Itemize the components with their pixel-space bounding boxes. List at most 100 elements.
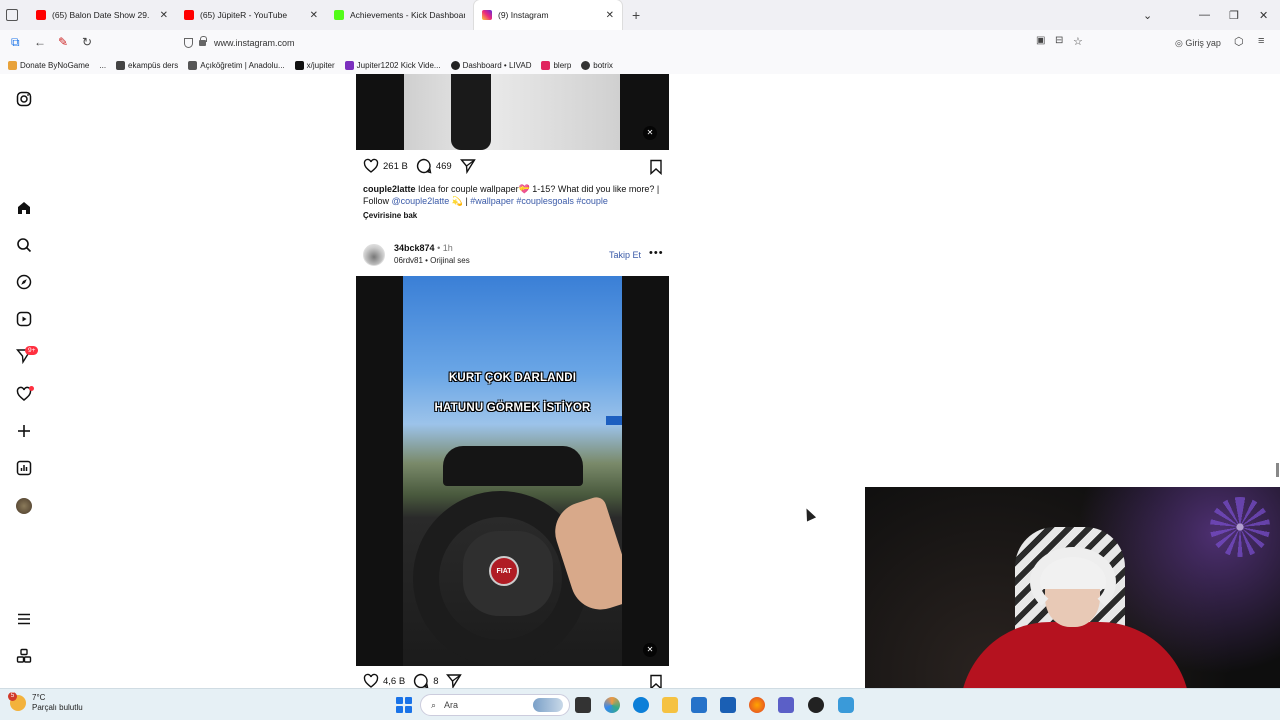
bookmark-acikogretim[interactable]: Açıköğretim | Anadolu... [188,60,285,70]
notification-dot [29,386,34,391]
bookmark-donate-bynogame[interactable]: Donate ByNoGame [8,60,89,70]
post1-caption-tail: 💫 | [451,196,468,206]
menu-icon[interactable] [16,611,32,627]
bookmark-blerp[interactable]: blerp [541,60,571,70]
post2-comments-count[interactable]: 8 [433,676,438,687]
extension-logo-icon[interactable]: ✎ [58,35,68,49]
window-close-icon[interactable]: ✕ [1259,0,1268,30]
share-icon[interactable] [459,158,476,174]
share-icon[interactable] [446,673,463,689]
minimize-icon[interactable]: — [1199,0,1210,30]
see-translation-link[interactable]: Çevirisine bak [363,211,417,220]
dashboard-icon[interactable] [16,460,32,476]
settings-app-icon[interactable] [838,697,854,713]
new-tab-button[interactable]: + [622,7,650,23]
follow-button[interactable]: Takip Et [609,250,641,260]
start-button-icon[interactable] [396,697,412,713]
threads-icon[interactable] [16,648,32,664]
mute-icon[interactable]: ✕ [643,126,657,140]
bookmark-ekampus[interactable]: ekampüs ders [116,60,178,70]
like-heart-icon[interactable] [363,673,379,689]
reload-icon[interactable]: ↻ [82,35,92,49]
post2-avatar[interactable] [363,244,385,266]
copilot-icon[interactable] [604,697,620,713]
weather-widget[interactable]: 5 7°C Parçalı bulutlu [8,692,83,713]
post2-username[interactable]: 34bck874 [394,243,435,253]
scrollbar-thumb[interactable] [1276,463,1279,477]
youtube-favicon-icon [184,10,194,20]
bookmark-botrix[interactable]: botrix [581,60,613,70]
bookmark-more[interactable]: ... [99,61,106,70]
bookmark-kick-video[interactable]: Jupiter1202 Kick Vide... [344,60,441,70]
extensions-icon[interactable]: ⬡ [1234,35,1244,48]
post2-audio-subtitle[interactable]: 06rdv81 • Orijinal ses [394,256,470,265]
post1-username[interactable]: couple2latte [363,184,416,194]
sign-in-label: Giriş yap [1185,38,1221,48]
post2-likes-count[interactable]: 4,6 B [383,676,405,687]
post1-actions: 261 B 469 [363,157,663,175]
fiat-logo: FIAT [489,556,519,586]
app-menu-icon[interactable]: ≡ [1258,35,1264,47]
bookmark-livad[interactable]: Dashboard • LIVAD [450,60,532,70]
taskbar-search[interactable]: ⌕ Ara [420,694,570,716]
outlook-icon[interactable] [720,697,736,713]
more-options-icon[interactable]: ••• [649,247,664,259]
post1-comments-count[interactable]: 469 [436,161,452,172]
list-all-tabs-icon[interactable]: ⌄ [1143,0,1152,30]
obs-icon[interactable] [808,697,824,713]
profile-avatar[interactable] [16,498,32,514]
lock-icon[interactable] [199,36,207,46]
close-icon[interactable]: ✕ [310,10,318,21]
bookmark-label: Dashboard • LIVAD [462,60,532,70]
instagram-feed: ✕ 261 B 469 couple2latte Idea for couple… [356,74,669,690]
post1-likes-count[interactable]: 261 B [383,161,408,172]
url-text[interactable]: www.instagram.com [214,38,295,48]
comment-icon[interactable] [416,158,432,174]
search-icon[interactable] [16,237,32,253]
address-bar[interactable]: www.instagram.com [180,33,1090,53]
back-icon[interactable]: ← [34,35,46,49]
home-icon[interactable] [16,200,32,216]
tab-jupiter-youtube[interactable]: (65) JüpiteR - YouTube ✕ [176,0,326,30]
post1-hashtags[interactable]: #wallpaper #couplesgoals #couple [470,196,608,206]
post1-video-frame [404,74,620,150]
tab-instagram[interactable]: (9) Instagram ✕ [474,0,622,30]
task-view-icon[interactable] [575,697,591,713]
close-icon[interactable]: ✕ [160,10,168,21]
tab-kick-dashboard[interactable]: Achievements - Kick Dashboard [326,0,474,30]
post1-mention[interactable]: @couple2latte [392,196,450,206]
reels-icon[interactable] [16,311,32,327]
bookmark-label: ... [99,60,107,70]
maximize-icon[interactable]: ❐ [1229,0,1239,30]
store-icon[interactable] [691,697,707,713]
instagram-logo-icon[interactable] [16,91,32,107]
tab-list-icon[interactable] [6,9,18,21]
tab-balon-date[interactable]: (65) Balon Date Show 29. Bölüm ✕ [28,0,176,30]
sign-in-button[interactable]: ◎ Giriş yap [1175,38,1221,49]
bookmark-x-jupiter[interactable]: x/jupiter [294,60,335,70]
weather-sun-icon: 5 [8,692,26,711]
save-bookmark-icon[interactable] [649,159,663,175]
save-page-icon[interactable]: ⊟ [1055,35,1063,46]
post2-media[interactable]: FIAT KURT ÇOK DARLANDI HATUNU GÖRMEK İST… [356,276,669,666]
teams-icon[interactable] [778,697,794,713]
x-logo-icon [294,60,304,70]
comment-icon[interactable] [413,673,429,689]
picture-in-picture-icon[interactable]: ▣ [1036,35,1045,46]
sidebar-toggle-icon[interactable]: ⧉ [11,35,20,50]
create-plus-icon[interactable] [16,423,32,439]
post2-username-line: 34bck874 • 1h [394,243,453,253]
bookmark-star-icon[interactable]: ☆ [1073,35,1083,48]
like-heart-icon[interactable] [363,158,379,174]
firefox-icon[interactable] [749,697,765,713]
bookmarks-bar: Donate ByNoGame ... ekampüs ders Açıköğr… [0,56,1280,74]
post1-media[interactable]: ✕ [356,74,669,150]
mute-icon[interactable]: ✕ [643,643,657,657]
video-overlay-line2: HATUNU GÖRMEK İSTİYOR [434,402,591,414]
tracking-shield-icon[interactable] [184,38,193,48]
edge-icon[interactable] [633,697,649,713]
close-icon[interactable]: ✕ [606,10,614,21]
weather-condition: Parçalı bulutlu [32,703,83,712]
file-explorer-icon[interactable] [662,697,678,713]
explore-icon[interactable] [16,274,32,290]
